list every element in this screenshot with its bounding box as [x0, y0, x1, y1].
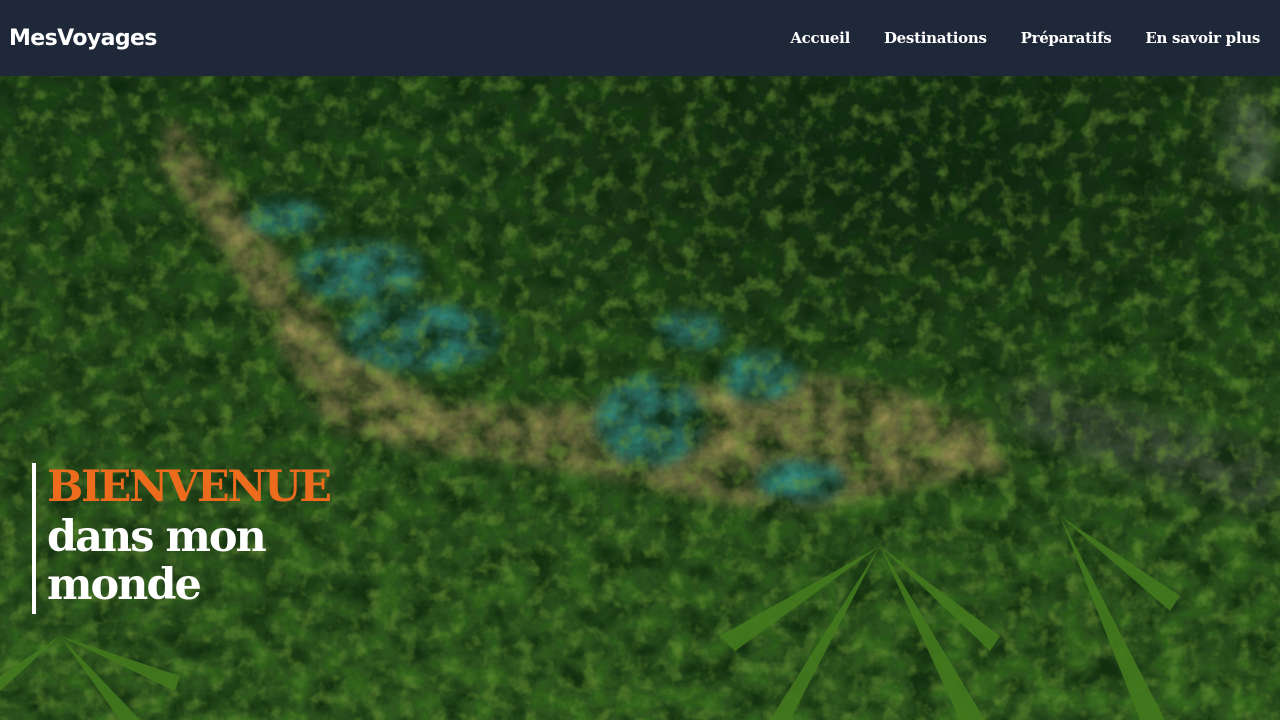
- hero-title-accent: BIENVENUE: [47, 462, 332, 512]
- nav-link-accueil[interactable]: Accueil: [790, 27, 850, 49]
- nav-link-en-savoir-plus[interactable]: En savoir plus: [1145, 27, 1260, 49]
- site-header: MesVoyages Accueil Destinations Préparat…: [0, 0, 1280, 76]
- hero-title: dans mon monde: [47, 512, 267, 610]
- main-nav: Accueil Destinations Préparatifs En savo…: [790, 27, 1260, 49]
- nav-link-destinations[interactable]: Destinations: [884, 27, 987, 49]
- site-logo[interactable]: MesVoyages: [9, 24, 157, 54]
- hero-overlay: [0, 76, 1280, 720]
- hero-section: BIENVENUE dans mon monde: [0, 76, 1280, 720]
- hero-tagline: BIENVENUE dans mon monde: [32, 462, 332, 614]
- nav-link-preparatifs[interactable]: Préparatifs: [1021, 27, 1112, 49]
